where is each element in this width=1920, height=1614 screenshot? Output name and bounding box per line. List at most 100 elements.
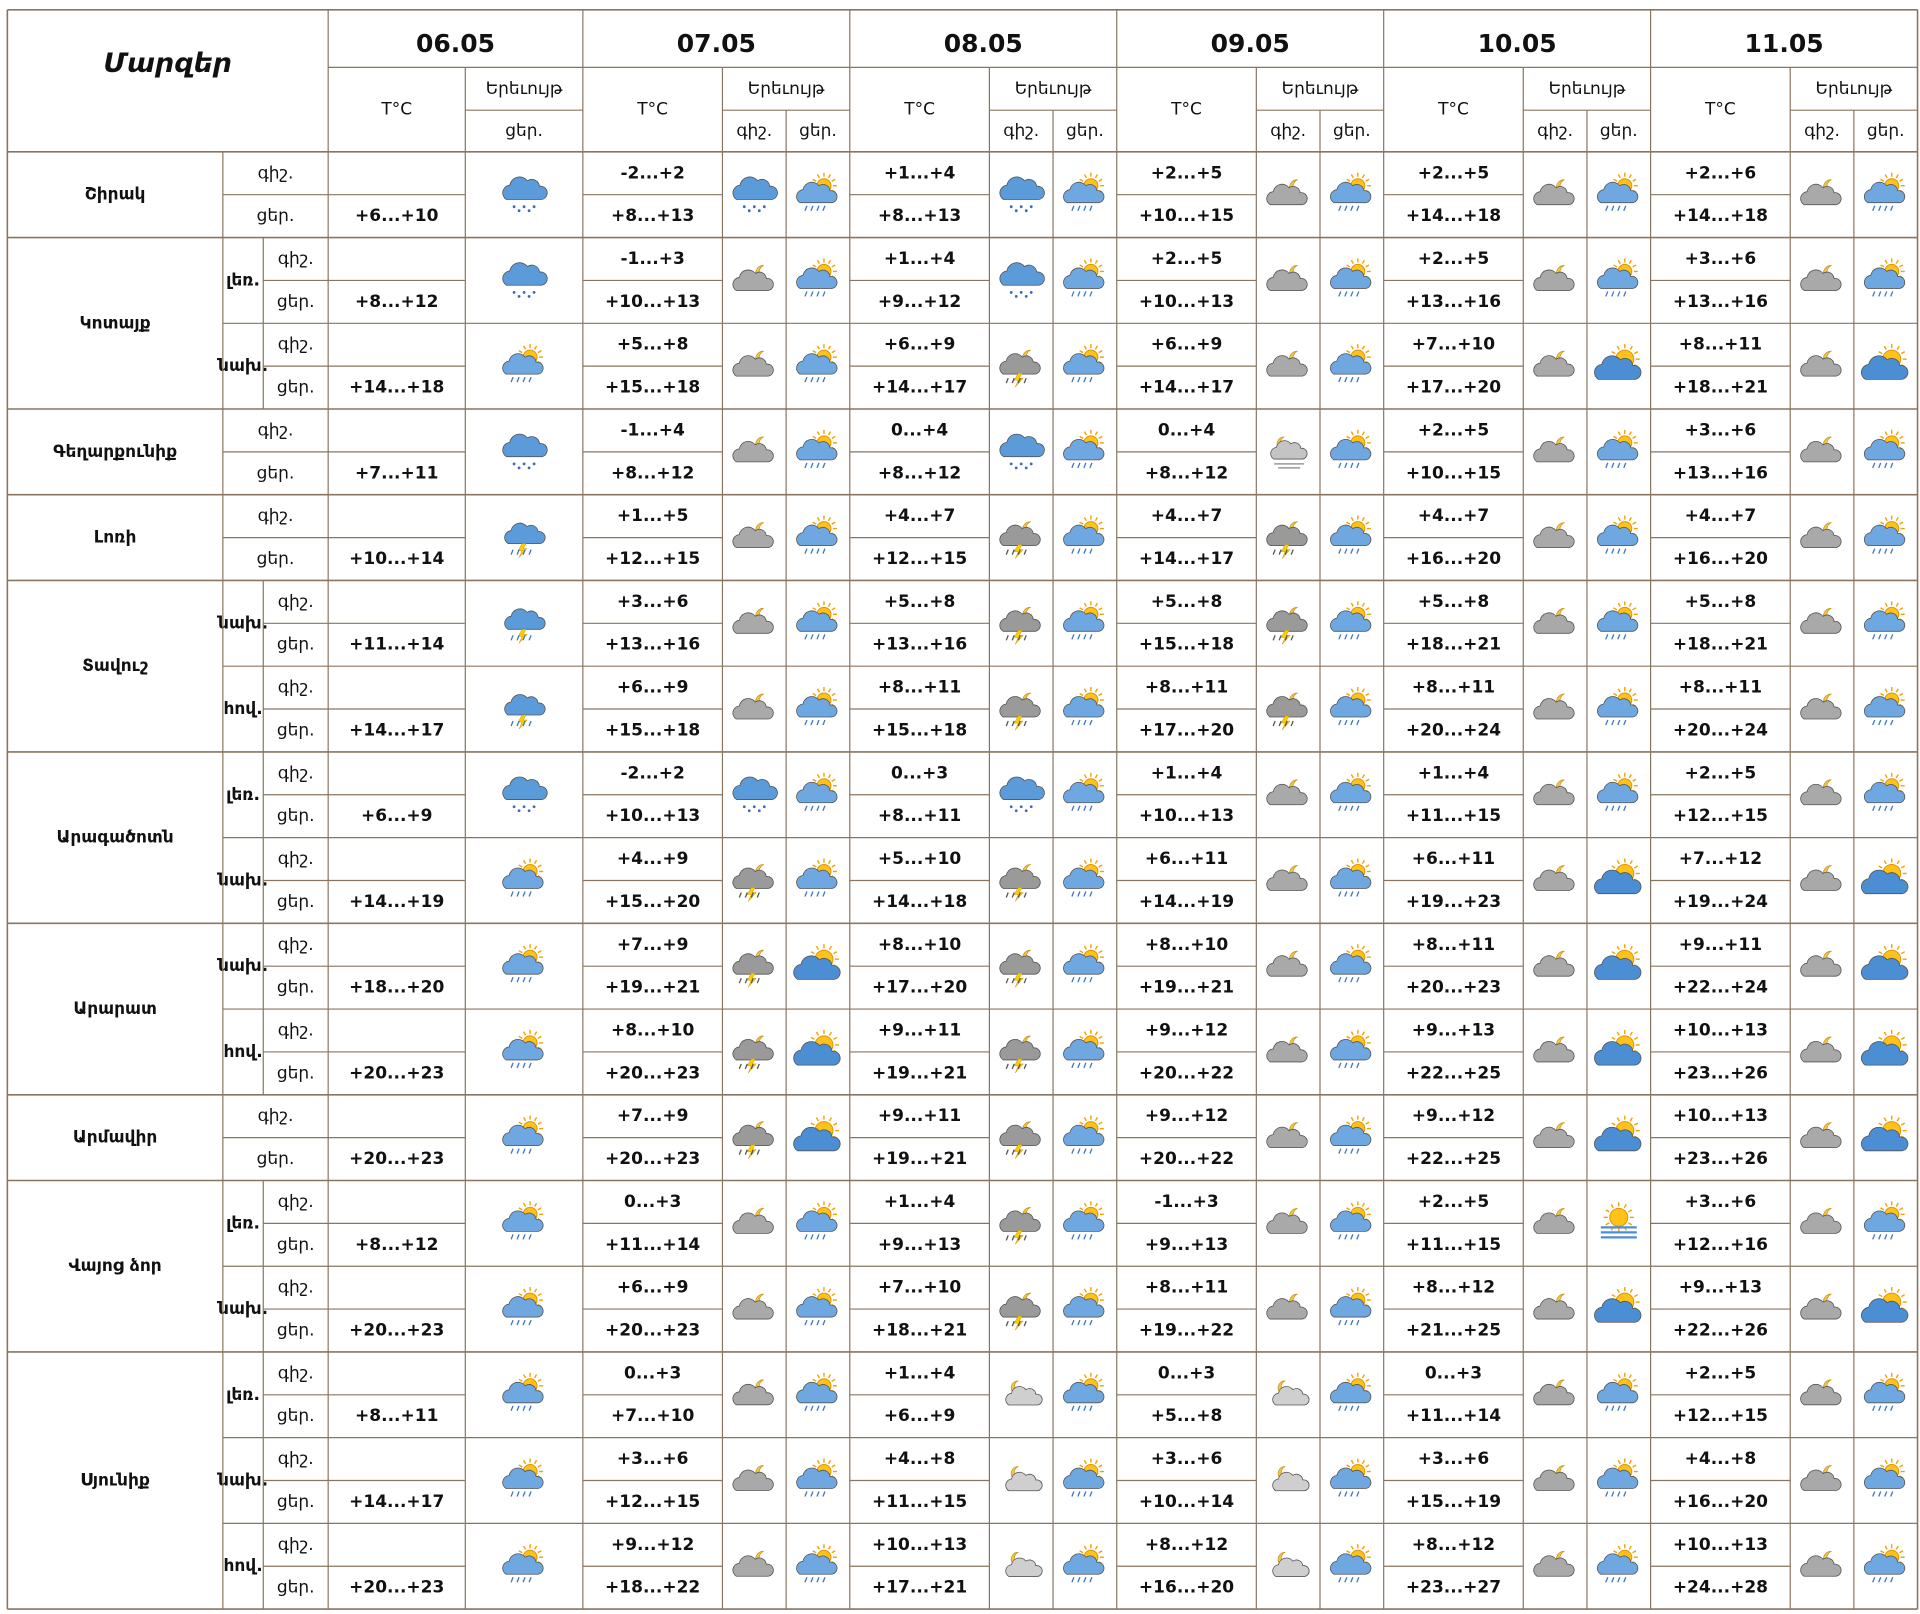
- night-temp: +8...+10: [878, 935, 962, 955]
- sun-cloud-rain-icon: [1063, 429, 1105, 469]
- night-temp: +1...+4: [884, 249, 956, 269]
- night-temp: +7...+10: [878, 1278, 962, 1298]
- sun-cloud-icon: [1594, 858, 1642, 895]
- sun-cloud-rain-icon: [1330, 1115, 1372, 1154]
- sun-cloud-rain-icon: [1330, 1544, 1372, 1583]
- row-label-night: գիշ.: [278, 249, 314, 269]
- sun-cloud-icon: [793, 1115, 841, 1152]
- sun-cloud-rain-icon: [502, 1458, 544, 1497]
- moon-cloud-storm-icon: [999, 949, 1041, 988]
- day-temp: +16...+20: [1406, 549, 1501, 569]
- cloud-moon-icon: [1800, 607, 1842, 634]
- day-temp: +14...+17: [349, 1492, 444, 1512]
- zone-label: լեռ.: [226, 1213, 260, 1233]
- night-temp: +8...+11: [1412, 935, 1495, 955]
- row-label-night: գիշ.: [278, 678, 314, 698]
- forecast-page: Մարզեր 06.05 T°C Երեւույթ ցեր. 07.05 T°C Երեւու…: [0, 0, 1920, 1614]
- moon-cloud-storm-icon: [1266, 521, 1308, 559]
- night-temp: +3...+6: [1685, 249, 1757, 269]
- day-temp: +14...+18: [872, 892, 967, 912]
- night-temp: +2...+5: [1418, 163, 1490, 183]
- day-temp: +8...+12: [878, 463, 961, 483]
- day-temp: +18...+20: [349, 978, 444, 998]
- cloud-moon-icon: [1533, 1465, 1575, 1491]
- cloud-snow-icon: [732, 776, 778, 813]
- sun-cloud-rain-icon: [1330, 687, 1372, 726]
- cloud-moon-icon: [1533, 522, 1575, 548]
- night-temp: +7...+9: [617, 1106, 689, 1126]
- cloud-moon-icon: [1800, 265, 1842, 291]
- sun-cloud-rain-icon: [1330, 601, 1372, 640]
- sun-cloud-rain-icon: [796, 1544, 838, 1583]
- zone-label: նախ.: [216, 1299, 268, 1319]
- row-label-day: ցեր.: [277, 1321, 315, 1341]
- sun-cloud-rain-icon: [1863, 1458, 1906, 1497]
- cloud-moon-icon: [1533, 1036, 1575, 1063]
- night-temp: +8...+12: [1412, 1535, 1495, 1555]
- sun-cloud-rain-icon: [1330, 1287, 1372, 1326]
- sun-cloud-rain-icon: [502, 344, 544, 383]
- night-temp: +1...+5: [617, 506, 689, 526]
- cloud-moon-icon: [732, 1465, 774, 1491]
- sun-cloud-rain-icon: [796, 172, 838, 211]
- day-temp: +6...+9: [361, 806, 433, 826]
- night-temp: +2...+5: [1151, 163, 1223, 183]
- night-temp: -1...+4: [620, 420, 685, 440]
- sun-cloud-rain-icon: [1063, 1458, 1105, 1497]
- row-label-night: գիշ.: [258, 420, 294, 440]
- cloud-moon-icon: [732, 1379, 774, 1406]
- cloud-snow-icon: [502, 776, 548, 813]
- sun-cloud-icon: [1594, 1029, 1642, 1066]
- sun-cloud-rain-icon: [1063, 601, 1105, 640]
- date-header-06.05: 06.05: [416, 29, 495, 58]
- day-temp: +13...+16: [872, 635, 967, 655]
- sun-cloud-icon: [1594, 344, 1642, 380]
- sun-cloud-rain-icon: [1596, 515, 1639, 554]
- night-temp: +9...+12: [1145, 1106, 1228, 1126]
- cloud-moon-icon: [1266, 1293, 1308, 1320]
- night-temp: +9...+11: [878, 1106, 961, 1126]
- cloud-moon-icon: [1533, 950, 1575, 977]
- date-header-10.05: 10.05: [1478, 29, 1557, 58]
- sun-cloud-rain-icon: [796, 1287, 838, 1326]
- night-temp: -1...+3: [1154, 1192, 1218, 1212]
- day-temp: +8...+13: [878, 206, 961, 226]
- cloud-moon-icon: [1533, 693, 1575, 720]
- day-temp: +10...+14: [349, 549, 444, 569]
- sun-cloud-rain-icon: [1063, 1372, 1105, 1412]
- day-temp: +14...+19: [349, 892, 444, 912]
- sun-cloud-rain-icon: [1596, 687, 1639, 726]
- row-label-day: ցեր.: [257, 463, 295, 483]
- day-temp: +8...+13: [611, 206, 694, 226]
- sun-cloud-rain-icon: [796, 344, 838, 383]
- night-temp: +10...+13: [1673, 1020, 1768, 1040]
- moon-cloud-storm-icon: [732, 1121, 774, 1159]
- day-temp: +11...+14: [1406, 1406, 1501, 1426]
- day-temp: +9...+13: [878, 1235, 961, 1255]
- sun-cloud-rain-icon: [1596, 258, 1639, 297]
- sun-cloud-rain-icon: [1596, 172, 1639, 211]
- sun-cloud-rain-icon: [1063, 1544, 1105, 1583]
- moon-cloud-storm-icon: [999, 1121, 1041, 1159]
- sun-cloud-rain-icon: [1863, 429, 1906, 469]
- cloud-moon-icon: [1533, 865, 1575, 891]
- sun-cloud-rain-icon: [1330, 772, 1372, 811]
- row-label-day: ցեր.: [257, 549, 295, 569]
- cloud-moon-icon: [1266, 950, 1308, 977]
- night-subheader: գիշ.: [1537, 121, 1573, 141]
- day-temp: +15...+20: [605, 892, 700, 912]
- row-label-day: ցեր.: [277, 1406, 315, 1426]
- temperature-header: T°C: [1437, 100, 1469, 120]
- sun-cloud-rain-icon: [1863, 1544, 1906, 1583]
- day-temp: +10...+15: [1406, 463, 1501, 483]
- night-temp: +5...+10: [878, 849, 962, 869]
- day-temp: +17...+20: [1406, 378, 1501, 398]
- sun-cloud-rain-icon: [1863, 601, 1906, 640]
- night-temp: 0...+3: [624, 1363, 681, 1383]
- day-temp: +12...+15: [605, 549, 700, 569]
- moon-cloud-storm-icon: [999, 692, 1041, 731]
- sun-cloud-rain-icon: [1330, 172, 1372, 211]
- sun-cloud-rain-icon: [1063, 1029, 1105, 1069]
- moon-cloud-light-icon: [1272, 1551, 1310, 1577]
- night-temp: +6...+9: [617, 678, 689, 698]
